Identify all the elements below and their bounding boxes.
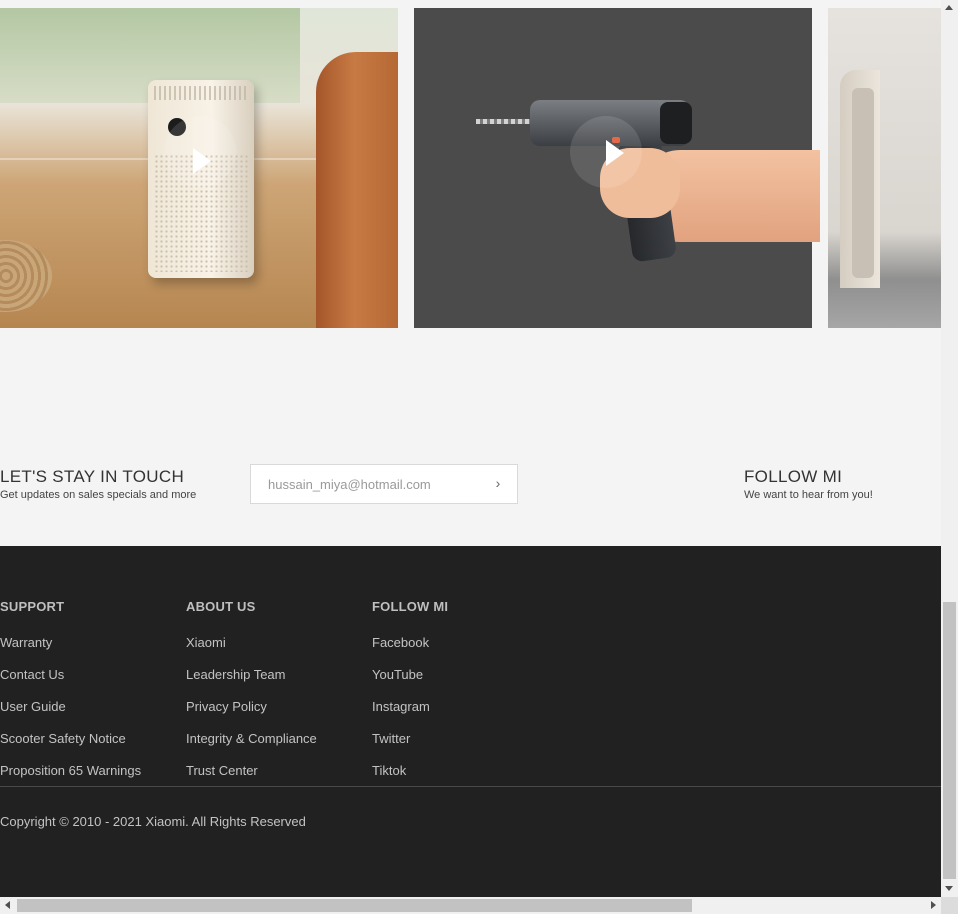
footer-column-follow-mi: FOLLOW MI Facebook YouTube Instagram Twi… [372, 599, 448, 795]
scroll-left-arrow-icon[interactable] [5, 901, 10, 909]
footer-heading: ABOUT US [186, 599, 256, 614]
footer-link-trust-center[interactable]: Trust Center [186, 763, 317, 779]
footer-link-contact-us[interactable]: Contact Us [0, 667, 141, 683]
scroll-right-arrow-icon[interactable] [931, 901, 936, 909]
scroll-down-arrow-icon[interactable] [945, 886, 953, 891]
video-card-air-purifier[interactable] [0, 8, 398, 328]
footer-link-leadership[interactable]: Leadership Team [186, 667, 317, 683]
page-viewport: LET'S STAY IN TOUCH Get updates on sales… [0, 0, 941, 897]
footer-link-warranty[interactable]: Warranty [0, 635, 141, 651]
footer-link-twitter[interactable]: Twitter [372, 731, 448, 747]
play-icon[interactable] [193, 148, 211, 174]
footer-link-integrity[interactable]: Integrity & Compliance [186, 731, 317, 747]
footer-link-youtube[interactable]: YouTube [372, 667, 448, 683]
follow-title: FOLLOW MI [744, 467, 843, 486]
footer-link-scooter-safety[interactable]: Scooter Safety Notice [0, 731, 141, 747]
follow-subtitle: We want to hear from you! [744, 489, 873, 501]
footer-link-xiaomi[interactable]: Xiaomi [186, 635, 317, 651]
drill-bit-image [476, 119, 532, 124]
newsletter-form: › [250, 464, 518, 504]
footer-link-privacy[interactable]: Privacy Policy [186, 699, 317, 715]
pouf-decor [0, 240, 52, 312]
chevron-right-icon[interactable]: › [491, 476, 505, 490]
footer-link-tiktok[interactable]: Tiktok [372, 763, 448, 779]
scroll-up-arrow-icon[interactable] [945, 5, 953, 10]
sofa-decor [316, 52, 398, 328]
vertical-scroll-thumb[interactable] [943, 602, 956, 879]
horizontal-scroll-thumb[interactable] [17, 899, 692, 912]
play-icon[interactable] [606, 140, 624, 166]
footer-link-facebook[interactable]: Facebook [372, 635, 448, 651]
footer-divider [0, 786, 941, 787]
footer-link-user-guide[interactable]: User Guide [0, 699, 141, 715]
newsletter-title: LET'S STAY IN TOUCH [0, 467, 185, 486]
footer-heading: FOLLOW MI [372, 599, 449, 614]
site-footer: SUPPORT Warranty Contact Us User Guide S… [0, 546, 941, 897]
email-input[interactable] [268, 465, 488, 503]
footer-link-instagram[interactable]: Instagram [372, 699, 448, 715]
newsletter-subtitle: Get updates on sales specials and more [0, 489, 197, 501]
footer-column-support: SUPPORT Warranty Contact Us User Guide S… [0, 599, 141, 795]
scrollbar-corner [941, 897, 958, 914]
copyright-text: Copyright © 2010 - 2021 Xiaomi. All Righ… [0, 814, 306, 829]
footer-link-prop-65[interactable]: Proposition 65 Warnings [0, 763, 141, 779]
footer-column-about-us: ABOUT US Xiaomi Leadership Team Privacy … [186, 599, 317, 795]
footer-heading: SUPPORT [0, 599, 65, 614]
